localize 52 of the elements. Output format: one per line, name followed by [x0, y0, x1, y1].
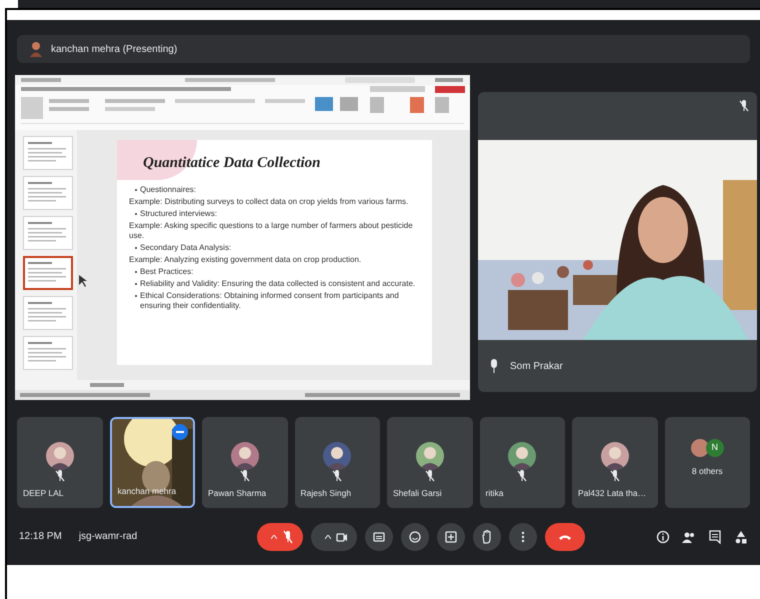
participant-name: Som Prakar: [510, 360, 563, 374]
participant-name: Pal432 Lata tha…: [578, 487, 646, 500]
raise-hand-button[interactable]: [473, 522, 502, 550]
slide-thumbnail[interactable]: [23, 256, 73, 290]
slide-text: Example: Distributing surveys to collect data on crop yields from various farms.: [129, 196, 410, 206]
mic-off-button[interactable]: [257, 522, 304, 550]
participant-name: Rajesh Singh: [300, 487, 352, 500]
presenter-label: kanchan mehra (Presenting): [51, 42, 178, 56]
more-options-button[interactable]: [509, 522, 538, 550]
clock-time: 12:18 PM: [19, 530, 62, 544]
avatar: [600, 442, 629, 470]
shapes-icon[interactable]: [734, 530, 748, 544]
leave-call-button[interactable]: [545, 522, 586, 550]
mic-off-icon: [281, 530, 296, 544]
avatar: [690, 439, 709, 457]
bullet-point: Secondary Data Analysis:: [140, 242, 232, 252]
mic-icon: [490, 359, 498, 373]
info-icon[interactable]: [656, 530, 670, 544]
avatar-initial: N: [706, 439, 724, 457]
slide-text: Example: Asking specific questions to a large number of farmers about pesticide use.: [129, 220, 414, 240]
participant-name: kanchan mehra: [118, 485, 176, 498]
bullet-point: Structured interviews:: [140, 208, 217, 218]
captions-icon: [372, 530, 386, 544]
slide-text: Example: Analyzing existing government data on crop production.: [129, 254, 362, 264]
emoji-button[interactable]: [401, 522, 430, 550]
captions-button[interactable]: [365, 522, 394, 550]
avatar: [416, 442, 444, 470]
present-button[interactable]: [437, 522, 466, 550]
participant-name: ritika: [486, 487, 504, 500]
present-icon: [444, 530, 458, 544]
bullet-point: Questionnaires:: [140, 184, 196, 194]
participant-name: 8 others: [692, 465, 723, 478]
avatar: [323, 442, 352, 470]
bullet-point: Ethical Considerations: Obtaining informed consent from participants and ensuring their confidentiality.: [140, 290, 400, 310]
caret-icon: [271, 534, 278, 538]
avatar: [46, 442, 74, 470]
bullet-point: Best Practices:: [140, 266, 194, 276]
chat-icon[interactable]: [708, 530, 722, 544]
slide-title: Quantitatice Data Collection: [143, 154, 322, 173]
participant-name: Pawan Sharma: [208, 487, 266, 500]
camera-button[interactable]: [311, 522, 358, 550]
meeting-code: jsg-wamr-rad: [78, 530, 138, 544]
avatar: [29, 41, 43, 57]
avatar: [508, 442, 536, 470]
caret-icon: [325, 534, 332, 538]
bullet-point: Reliability and Validity: Ensuring the data collected is consistent and accurate.: [140, 278, 416, 288]
avatar: [230, 442, 259, 470]
participant-name: DEEP LAL: [23, 487, 64, 500]
emoji-icon: [408, 530, 422, 544]
people-icon[interactable]: [682, 530, 696, 544]
participant-name: Shefali Garsi: [393, 487, 442, 500]
cursor-icon: [79, 275, 87, 287]
